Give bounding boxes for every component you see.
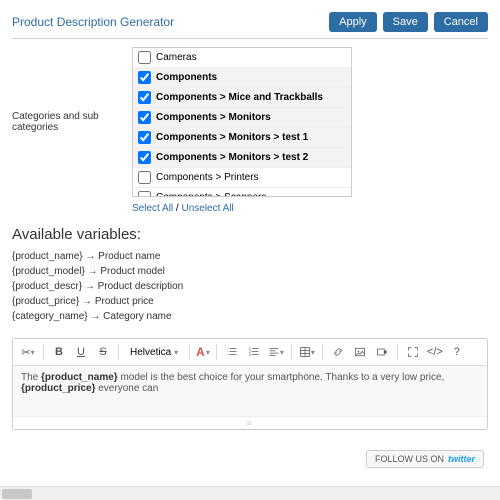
categories-label: Categories and sub categories xyxy=(12,111,122,133)
svg-text:3: 3 xyxy=(249,353,251,357)
category-checkbox[interactable] xyxy=(138,151,151,164)
help-icon[interactable]: ? xyxy=(448,343,466,361)
category-checkbox[interactable] xyxy=(138,91,151,104)
header-buttons: Apply Save Cancel xyxy=(329,12,488,32)
category-item[interactable]: Cameras xyxy=(133,48,351,68)
category-label: Components > Monitors xyxy=(156,112,271,123)
category-label: Components > Scanners xyxy=(156,192,266,197)
tool-cut-icon[interactable]: ✂▾ xyxy=(19,343,37,361)
category-item[interactable]: Components > Monitors xyxy=(133,108,351,128)
category-item[interactable]: Components > Printers xyxy=(133,168,351,188)
variables-title: Available variables: xyxy=(12,226,488,243)
unselect-all-link[interactable]: Unselect All xyxy=(181,203,233,214)
category-checkbox[interactable] xyxy=(138,131,151,144)
category-label: Components > Mice and Trackballs xyxy=(156,92,323,103)
editor-toolbar: ✂▾ B U S Helvetica▾ A▾ 123 ▾ ▾ </> ? xyxy=(13,339,487,366)
select-all-link[interactable]: Select All xyxy=(132,203,173,214)
list-ol-icon[interactable]: 123 xyxy=(245,343,263,361)
fullscreen-icon[interactable] xyxy=(404,343,422,361)
editor: ✂▾ B U S Helvetica▾ A▾ 123 ▾ ▾ </> ? The xyxy=(12,338,488,430)
variable-row: {product_model} → Product model xyxy=(12,264,488,279)
category-label: Components xyxy=(156,72,217,83)
list-ul-icon[interactable] xyxy=(223,343,241,361)
table-icon[interactable]: ▾ xyxy=(298,343,316,361)
apply-button[interactable]: Apply xyxy=(329,12,377,32)
variable-row: {product_descr} → Product description xyxy=(12,279,488,294)
video-icon[interactable] xyxy=(373,343,391,361)
code-icon[interactable]: </> xyxy=(426,343,444,361)
underline-button[interactable]: U xyxy=(72,343,90,361)
category-label: Components > Printers xyxy=(156,172,259,183)
header: Product Description Generator Apply Save… xyxy=(12,8,488,39)
category-checkbox[interactable] xyxy=(138,71,151,84)
category-label: Components > Monitors > test 1 xyxy=(156,132,308,143)
follow-twitter-button[interactable]: FOLLOW US ON twitter xyxy=(366,450,484,468)
category-item[interactable]: Components xyxy=(133,68,351,88)
page-title: Product Description Generator xyxy=(12,15,174,29)
image-icon[interactable] xyxy=(351,343,369,361)
horizontal-scrollbar[interactable] xyxy=(0,486,500,500)
variables-list: {product_name} → Product name{product_mo… xyxy=(12,249,488,324)
variable-row: {category_name} → Category name xyxy=(12,309,488,324)
strike-button[interactable]: S xyxy=(94,343,112,361)
align-icon[interactable]: ▾ xyxy=(267,343,285,361)
category-item[interactable]: Components > Monitors > test 1 xyxy=(133,128,351,148)
variable-row: {product_price} → Product price xyxy=(12,294,488,309)
text-color-button[interactable]: A▾ xyxy=(196,345,210,359)
category-item[interactable]: Components > Mice and Trackballs xyxy=(133,88,351,108)
category-item[interactable]: Components > Monitors > test 2 xyxy=(133,148,351,168)
category-label: Components > Monitors > test 2 xyxy=(156,152,308,163)
select-links: Select All / Unselect All xyxy=(132,203,488,214)
category-checkbox[interactable] xyxy=(138,51,151,64)
categories-list[interactable]: Cameras Components Components > Mice and T… xyxy=(132,47,352,197)
font-select[interactable]: Helvetica▾ xyxy=(125,345,183,360)
save-button[interactable]: Save xyxy=(383,12,428,32)
category-item[interactable]: Components > Scanners xyxy=(133,188,351,197)
cancel-button[interactable]: Cancel xyxy=(434,12,488,32)
variable-row: {product_name} → Product name xyxy=(12,249,488,264)
link-icon[interactable] xyxy=(329,343,347,361)
category-label: Cameras xyxy=(156,52,197,63)
scrollbar-thumb[interactable] xyxy=(2,489,32,499)
category-section: Categories and sub categories Cameras Com… xyxy=(12,47,488,197)
category-checkbox[interactable] xyxy=(138,191,151,197)
category-checkbox[interactable] xyxy=(138,171,151,184)
bold-button[interactable]: B xyxy=(50,343,68,361)
category-checkbox[interactable] xyxy=(138,111,151,124)
editor-content[interactable]: The {product_name} model is the best cho… xyxy=(13,366,487,416)
resize-handle[interactable]: ≡ xyxy=(13,416,487,429)
